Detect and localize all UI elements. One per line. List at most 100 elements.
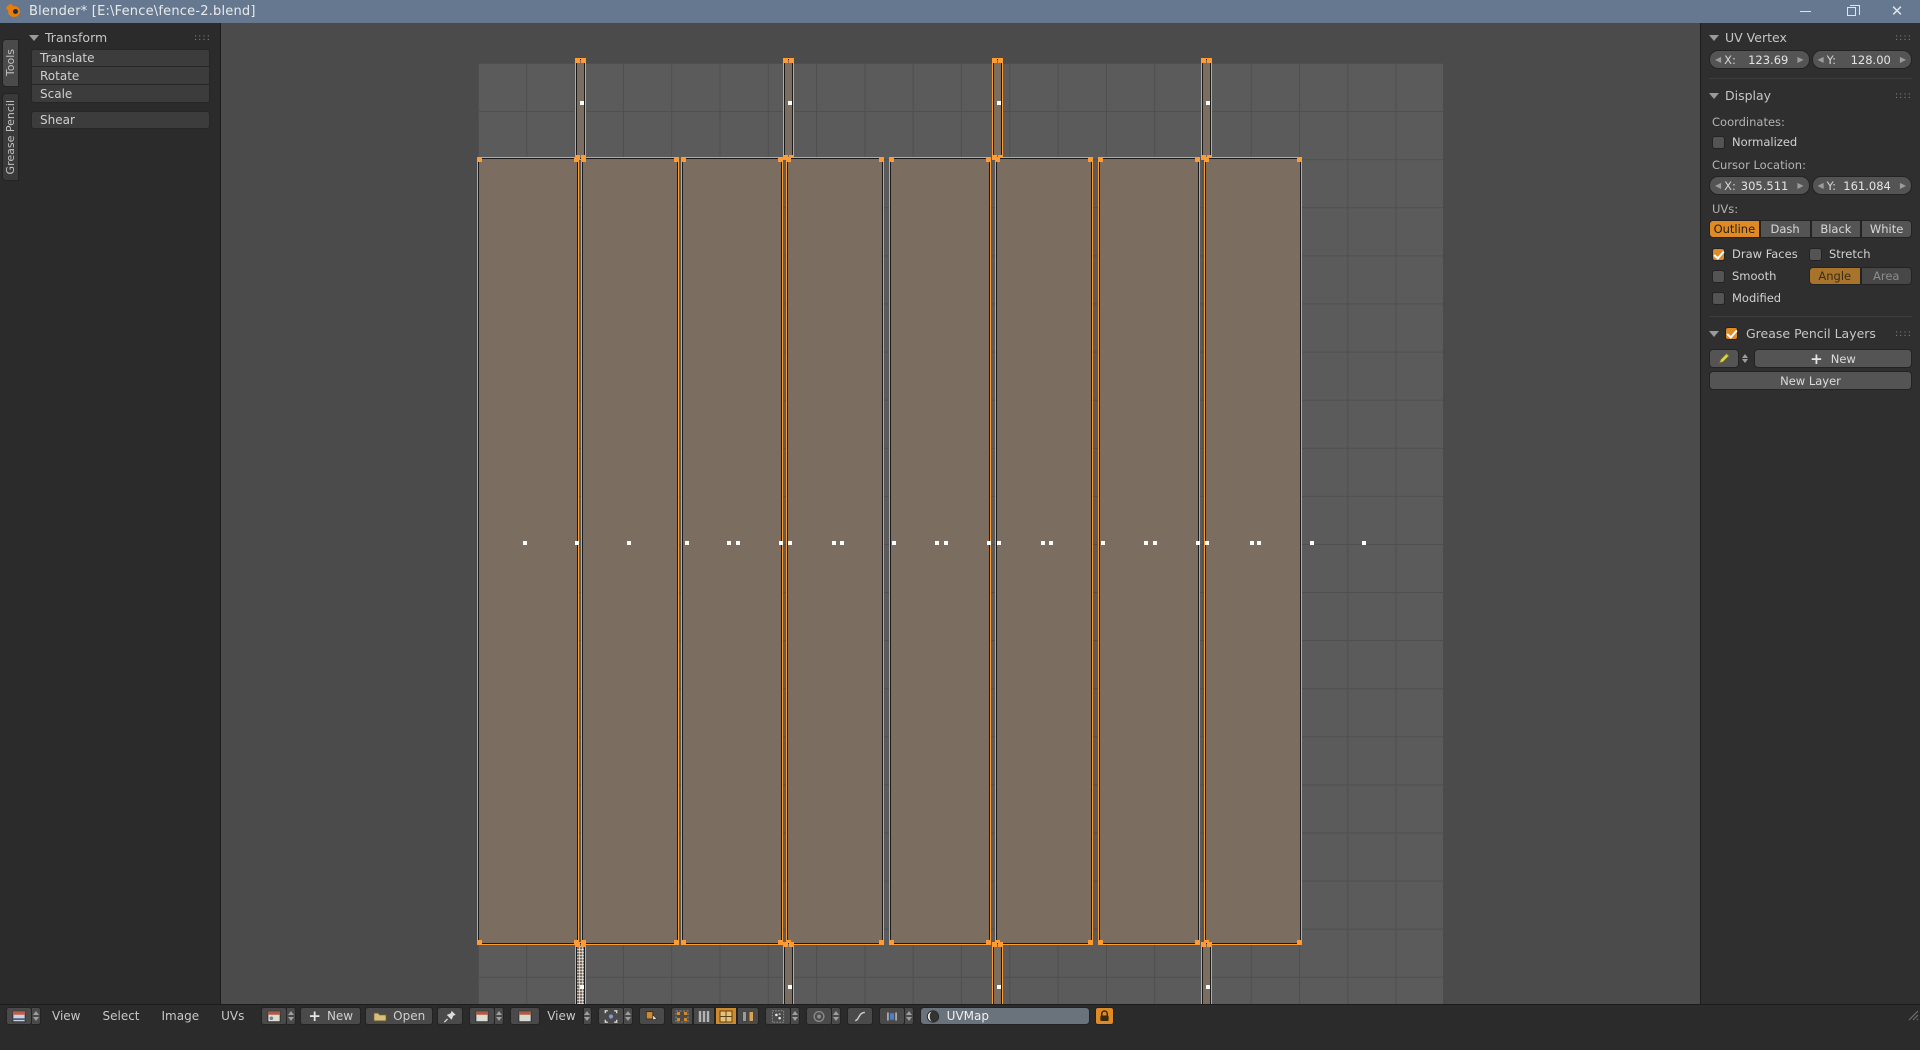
uv-corner-vertex[interactable]	[890, 940, 894, 944]
uv-corner-vertex[interactable]	[778, 940, 782, 944]
stretch-checkbox[interactable]	[1809, 247, 1822, 261]
uv-vertex[interactable]	[1206, 985, 1210, 989]
uv-corner-vertex[interactable]	[1205, 158, 1209, 162]
uv-view-mode-spinner[interactable]	[582, 1007, 592, 1025]
scale-button[interactable]: Scale	[31, 85, 210, 103]
modified-checkbox[interactable]	[1712, 291, 1725, 305]
draw-faces-checkbox[interactable]	[1712, 247, 1725, 261]
uvmap-field[interactable]: UVMap	[919, 1007, 1090, 1025]
uv-mode-black-button[interactable]: Black	[1810, 220, 1862, 238]
grease-pencil-enable-checkbox[interactable]	[1725, 327, 1738, 340]
stretch-area-button[interactable]: Area	[1860, 267, 1912, 285]
uv-island[interactable]	[1201, 58, 1212, 160]
uv-corner-vertex[interactable]	[1207, 943, 1211, 947]
uv-mode-white-button[interactable]: White	[1861, 220, 1912, 238]
normalized-row[interactable]: Normalized	[1701, 133, 1920, 151]
pivot-bounding-box-icon[interactable]	[597, 1007, 624, 1025]
close-icon[interactable]: ✕	[1874, 0, 1920, 23]
uv-island[interactable]	[581, 157, 679, 945]
uv-vertex[interactable]	[788, 985, 792, 989]
uv-vertex[interactable]	[685, 541, 689, 545]
vertex-select-icon[interactable]	[670, 1007, 693, 1025]
pivot-spinner[interactable]	[623, 1007, 633, 1025]
uv-vertex-panel-header[interactable]: UV Vertex ::::	[1701, 23, 1920, 50]
new-grease-pencil-button[interactable]: + New	[1754, 349, 1912, 368]
uv-vertex[interactable]	[1144, 541, 1148, 545]
uv-corner-vertex[interactable]	[890, 158, 894, 162]
new-image-button[interactable]: + New	[300, 1007, 362, 1025]
uv-corner-vertex[interactable]	[1202, 943, 1206, 947]
modified-row[interactable]: Modified	[1701, 289, 1920, 307]
cursor-y-field[interactable]: ◀ Y: 161.084 ▶	[1811, 176, 1912, 195]
menu-select[interactable]: Select	[91, 1009, 150, 1023]
uv-sync-selection-icon[interactable]	[638, 1007, 665, 1025]
uv-island[interactable]	[992, 58, 1003, 160]
uv-vertex[interactable]	[523, 541, 527, 545]
uv-island[interactable]	[477, 157, 579, 945]
uv-corner-vertex[interactable]	[1297, 940, 1301, 944]
uv-vertex[interactable]	[727, 541, 731, 545]
open-image-button[interactable]: Open	[365, 1007, 434, 1025]
uv-corner-vertex[interactable]	[789, 943, 793, 947]
uv-corner-vertex[interactable]	[1207, 59, 1211, 63]
uv-vertex[interactable]	[788, 101, 792, 105]
uv-vertex[interactable]	[1206, 101, 1210, 105]
uv-corner-vertex[interactable]	[1088, 940, 1092, 944]
uv-corner-vertex[interactable]	[1297, 158, 1301, 162]
face-select-icon[interactable]	[714, 1007, 737, 1025]
uv-corner-vertex[interactable]	[682, 940, 686, 944]
uv-island[interactable]	[575, 58, 586, 160]
uv-vertex[interactable]	[1257, 541, 1261, 545]
image-datablock-spinner[interactable]	[287, 1007, 297, 1025]
uv-corner-vertex[interactable]	[787, 158, 791, 162]
uv-island[interactable]	[1098, 157, 1200, 945]
uv-vertex[interactable]	[840, 541, 844, 545]
uv-vertex[interactable]	[627, 541, 631, 545]
uv-corner-vertex[interactable]	[993, 59, 997, 63]
uv-corner-vertex[interactable]	[784, 943, 788, 947]
uv-corner-vertex[interactable]	[581, 59, 585, 63]
uv-corner-vertex[interactable]	[1202, 59, 1206, 63]
display-panel-header[interactable]: Display ::::	[1701, 81, 1920, 108]
uv-corner-vertex[interactable]	[581, 943, 585, 947]
uv-vertex[interactable]	[1196, 541, 1200, 545]
stretch-angle-button[interactable]: Angle	[1809, 267, 1861, 285]
stretch-row[interactable]: Stretch	[1809, 245, 1878, 263]
uv-corner-vertex[interactable]	[986, 940, 990, 944]
uv-editor-icon[interactable]	[6, 1007, 32, 1025]
uv-island[interactable]	[889, 157, 991, 945]
uv-vertex-y-field[interactable]: ◀ Y: 128.00 ▶	[1811, 50, 1912, 69]
uv-vertex[interactable]	[935, 541, 939, 545]
pin-icon[interactable]	[437, 1007, 464, 1025]
uv-corner-vertex[interactable]	[784, 59, 788, 63]
uv-vertex[interactable]	[944, 541, 948, 545]
uv-corner-vertex[interactable]	[998, 59, 1002, 63]
uv-vertex[interactable]	[832, 541, 836, 545]
uv-island[interactable]	[681, 157, 783, 945]
uv-corner-vertex[interactable]	[674, 940, 678, 944]
uv-corner-vertex[interactable]	[996, 158, 1000, 162]
pencil-icon[interactable]	[1709, 349, 1739, 368]
draw-faces-row[interactable]: Draw Faces	[1701, 245, 1809, 263]
uv-corner-vertex[interactable]	[478, 940, 482, 944]
minimize-icon[interactable]	[1782, 0, 1828, 23]
new-layer-button[interactable]: New Layer	[1709, 371, 1912, 390]
uv-corner-vertex[interactable]	[879, 940, 883, 944]
uv-vertex[interactable]	[1153, 541, 1157, 545]
snap-magnet-icon[interactable]	[878, 1007, 905, 1025]
sidebar-tab-grease-pencil[interactable]: Grease Pencil	[2, 93, 19, 181]
smooth-checkbox[interactable]	[1712, 269, 1725, 283]
grease-pencil-panel-header[interactable]: Grease Pencil Layers ::::	[1701, 319, 1920, 346]
uv-vertex[interactable]	[1250, 541, 1254, 545]
uv-vertex[interactable]	[1041, 541, 1045, 545]
menu-view[interactable]: View	[41, 1009, 91, 1023]
uv-vertex[interactable]	[1310, 541, 1314, 545]
uv-vertex[interactable]	[997, 541, 1001, 545]
image-small-icon[interactable]	[510, 1007, 541, 1025]
smooth-row[interactable]: Smooth	[1701, 267, 1809, 285]
proportional-spinner[interactable]	[831, 1007, 841, 1025]
transform-panel-header[interactable]: Transform ::::	[21, 23, 220, 49]
cursor-x-field[interactable]: ◀ X: 305.511 ▶	[1709, 176, 1810, 195]
uv-vertex[interactable]	[779, 541, 783, 545]
uv-vertex[interactable]	[736, 541, 740, 545]
